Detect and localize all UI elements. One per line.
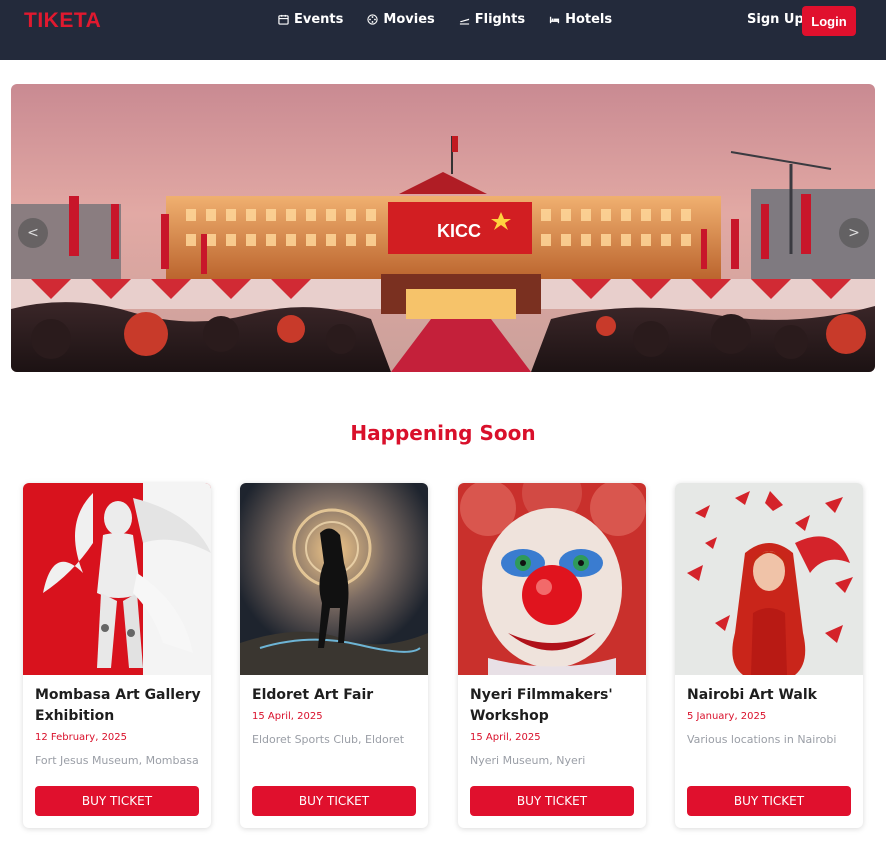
nav-link-label: Movies [383, 12, 435, 27]
buy-ticket-button[interactable]: BUY TICKET [687, 786, 851, 816]
nav-link-label: Hotels [565, 12, 613, 27]
event-image [675, 483, 863, 675]
chevron-left-icon: < [27, 225, 39, 241]
event-location: Eldoret Sports Club, Eldoret [252, 733, 405, 746]
film-reel-icon [367, 14, 379, 25]
event-card[interactable]: Mombasa Art Gallery Exhibition 12 Februa… [23, 483, 211, 828]
event-card-body: Mombasa Art Gallery Exhibition 12 Februa… [35, 685, 203, 767]
event-card-body: Nairobi Art Walk 5 January, 2025 Various… [687, 685, 855, 746]
event-date: 15 April, 2025 [252, 711, 323, 722]
hero-image: KICC [11, 84, 875, 372]
carousel-next-button[interactable]: > [839, 218, 869, 248]
nav-link-label: Events [294, 12, 344, 27]
buy-ticket-button[interactable]: BUY TICKET [252, 786, 416, 816]
hero-carousel: KICC < > [11, 84, 875, 372]
plane-icon [459, 18, 469, 25]
event-date: 12 February, 2025 [35, 732, 128, 743]
event-title[interactable]: Nairobi Art Walk [687, 685, 855, 706]
event-location: Various locations in Nairobi [687, 733, 837, 746]
hero-banner-text: KICC [437, 221, 481, 241]
nav-link-events[interactable]: Events [278, 12, 343, 27]
event-card[interactable]: Nyeri Filmmakers' Workshop 15 April, 202… [458, 483, 646, 828]
bed-icon [549, 16, 560, 24]
event-title[interactable]: Mombasa Art Gallery Exhibition [35, 685, 203, 727]
event-image [458, 483, 646, 675]
section-title: Happening Soon [350, 421, 536, 445]
buy-ticket-button[interactable]: BUY TICKET [35, 786, 199, 816]
nav-links: Events Movies Flights Hotels [278, 12, 612, 27]
nav-link-movies[interactable]: Movies [367, 12, 435, 27]
event-title[interactable]: Eldoret Art Fair [252, 685, 420, 706]
brand-logo[interactable]: TIKETA [24, 9, 101, 33]
event-date: 15 April, 2025 [470, 732, 541, 743]
event-card-body: Nyeri Filmmakers' Workshop 15 April, 202… [470, 685, 638, 767]
nav-link-hotels[interactable]: Hotels [549, 12, 612, 27]
top-navbar: TIKETA Events Movies Flights Hotels Sign… [0, 0, 886, 60]
buy-ticket-button[interactable]: BUY TICKET [470, 786, 634, 816]
nav-link-flights[interactable]: Flights [459, 12, 525, 27]
calendar-icon [278, 14, 289, 25]
signup-link[interactable]: Sign Up [747, 12, 804, 27]
nav-link-label: Flights [474, 12, 526, 27]
event-card-body: Eldoret Art Fair 15 April, 2025 Eldoret … [252, 685, 420, 746]
event-title[interactable]: Nyeri Filmmakers' Workshop [470, 685, 638, 727]
chevron-right-icon: > [848, 225, 860, 241]
carousel-prev-button[interactable]: < [18, 218, 48, 248]
event-image [23, 483, 211, 675]
login-button[interactable]: Login [802, 6, 856, 36]
event-location: Fort Jesus Museum, Mombasa [35, 754, 199, 767]
event-date: 5 January, 2025 [687, 711, 767, 722]
event-image [240, 483, 428, 675]
event-card[interactable]: Nairobi Art Walk 5 January, 2025 Various… [675, 483, 863, 828]
event-location: Nyeri Museum, Nyeri [470, 754, 586, 767]
event-card[interactable]: Eldoret Art Fair 15 April, 2025 Eldoret … [240, 483, 428, 828]
